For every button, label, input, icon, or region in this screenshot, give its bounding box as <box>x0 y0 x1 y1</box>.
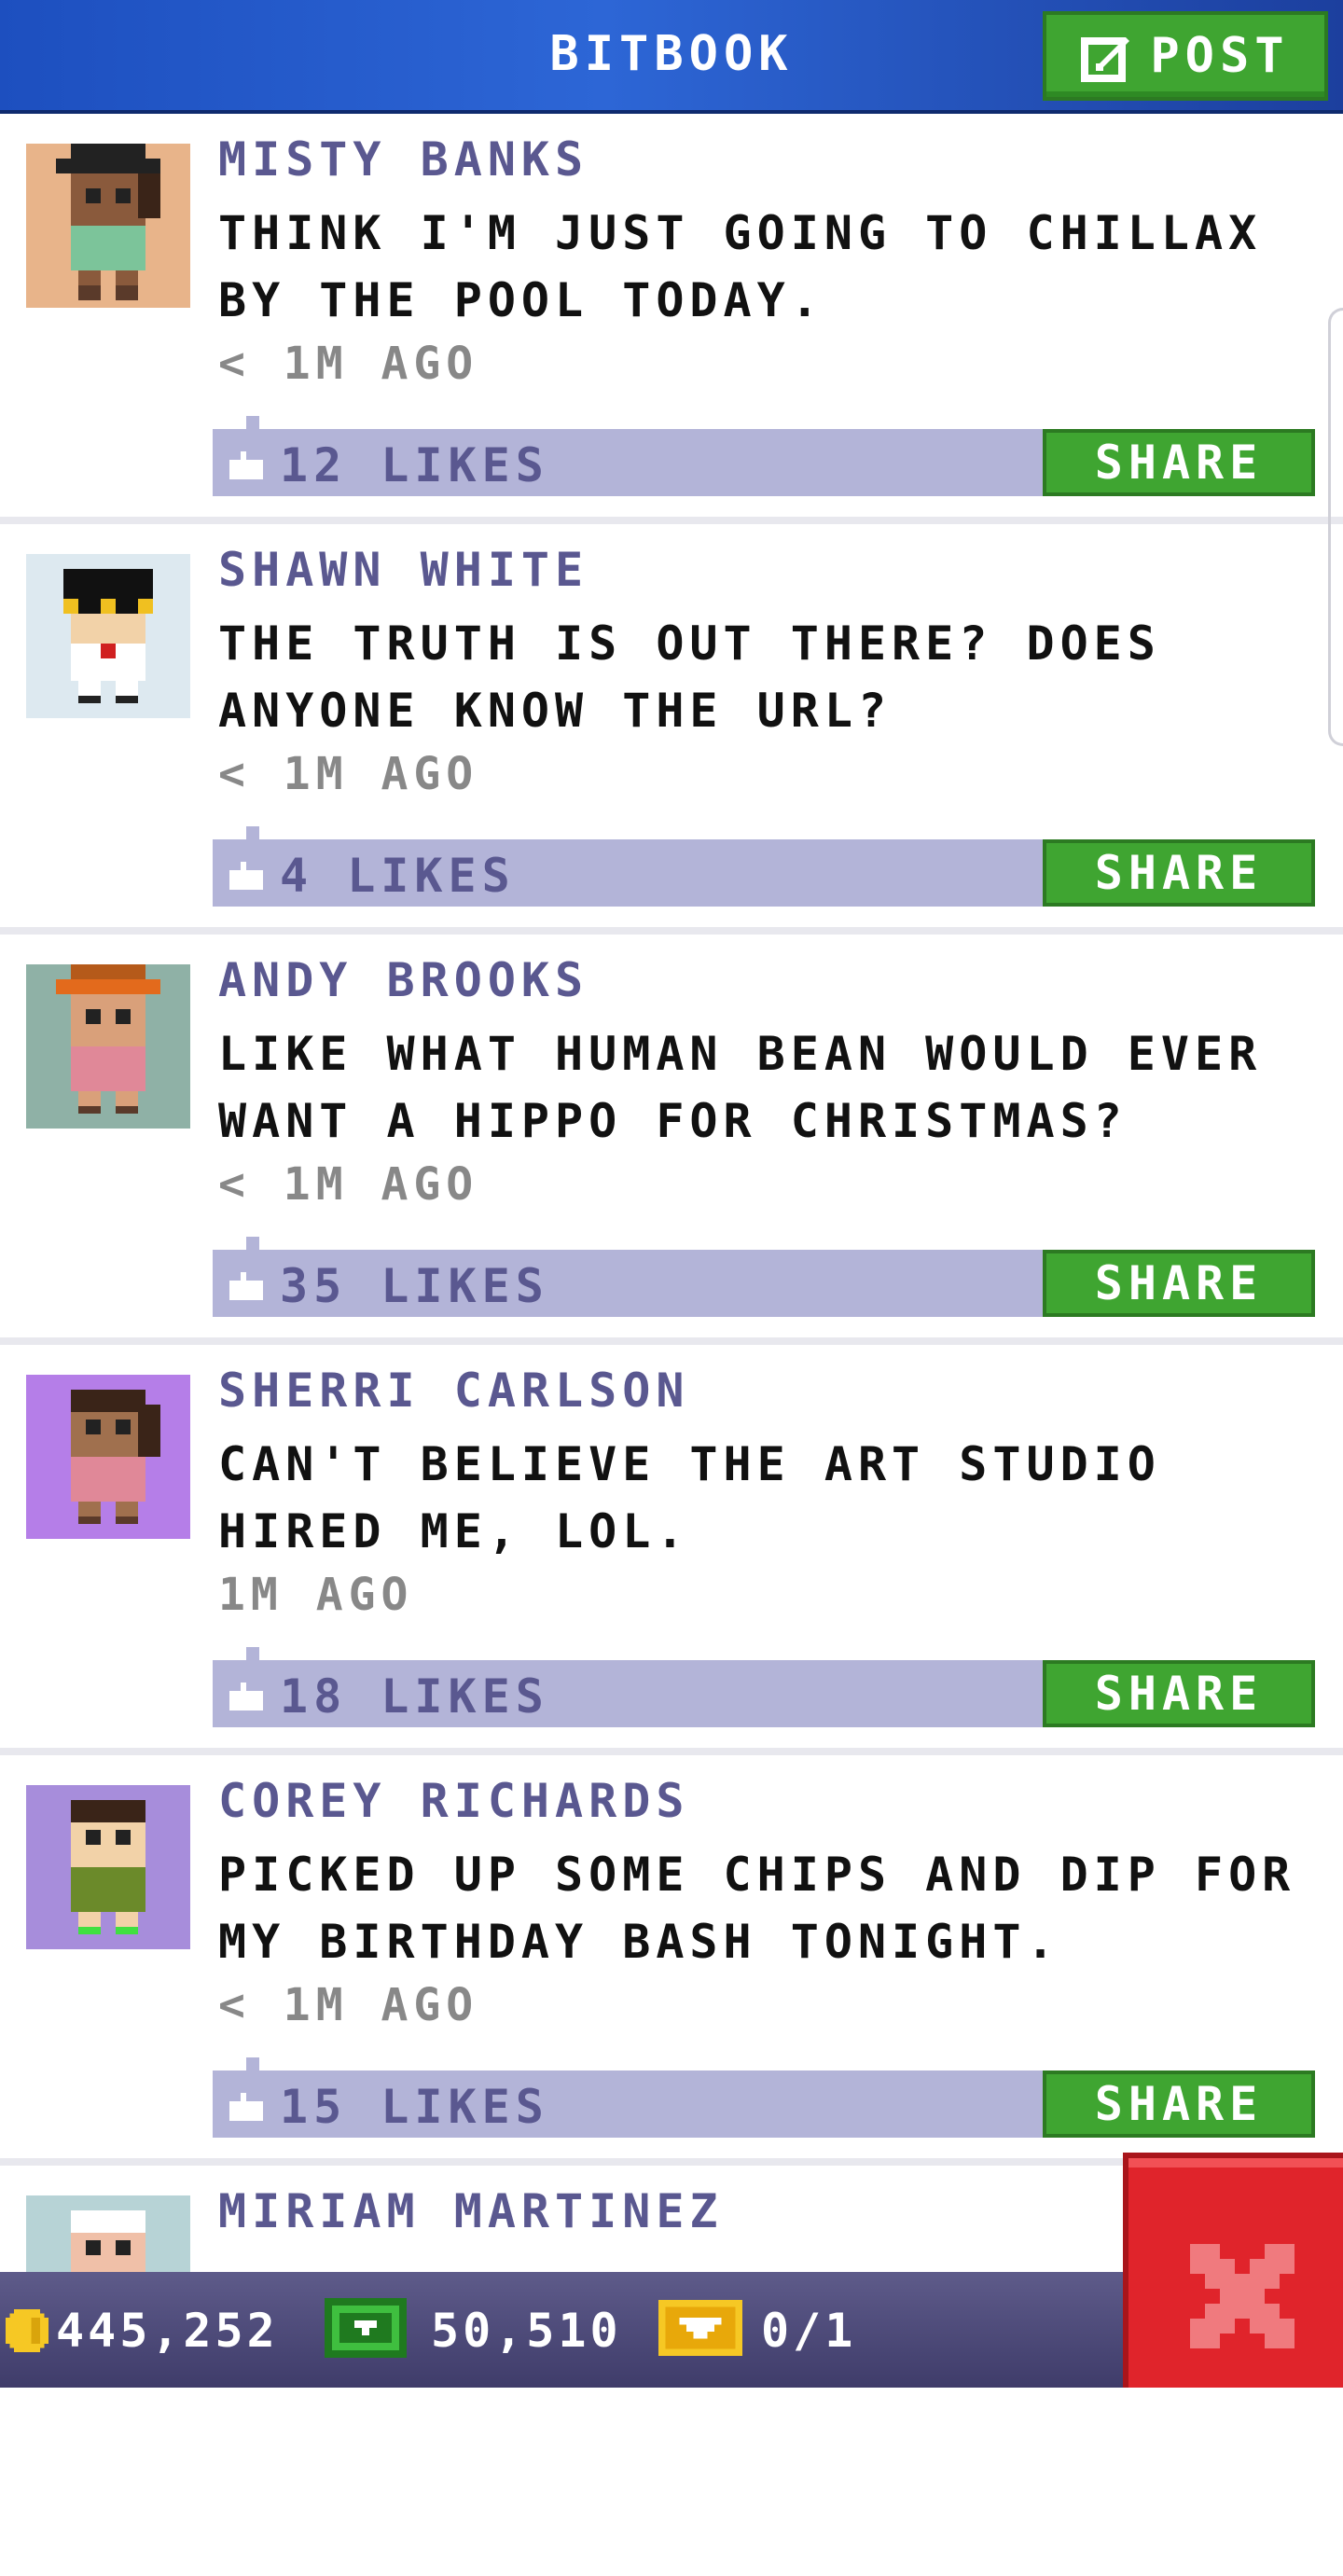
post-time: < 1M AGO <box>218 1979 479 2031</box>
feed-post: SHERRI CARLSON CAN'T BELIEVE THE ART STU… <box>0 1345 1343 1755</box>
avatar-shawn-white-icon <box>26 554 190 718</box>
feed-post: COREY RICHARDS PICKED UP SOME CHIPS AND … <box>0 1755 1343 2166</box>
like-bar-nub <box>246 416 259 429</box>
coins-value: 445,252 <box>56 2304 279 2358</box>
post-author[interactable]: ANDY BROOKS <box>218 953 588 1007</box>
bux-value: 50,510 <box>431 2304 622 2358</box>
cash-icon <box>325 2298 407 2358</box>
post-text: CAN'T BELIEVE THE ART STUDIO HIRED ME, L… <box>218 1437 1161 1558</box>
like-count: 12 LIKES <box>280 438 549 492</box>
post-time: 1M AGO <box>218 1569 414 1621</box>
coin-icon <box>6 2309 48 2352</box>
like-bar: 4 LIKES SHARE <box>213 826 1315 907</box>
post-button[interactable]: POST <box>1043 11 1328 101</box>
avatar[interactable] <box>26 1375 190 1539</box>
ticket-icon <box>658 2300 742 2356</box>
like-bar: 15 LIKES SHARE <box>213 2057 1315 2138</box>
like-hand-icon[interactable] <box>229 1683 263 1710</box>
close-icon <box>1190 2244 1295 2348</box>
like-bar-nub <box>246 826 259 839</box>
app-header: BITBOOK POST <box>0 0 1343 114</box>
avatar[interactable] <box>26 144 190 308</box>
feed-post: SHAWN WHITE THE TRUTH IS OUT THERE? DOES… <box>0 524 1343 935</box>
post-text: PICKED UP SOME CHIPS AND DIP FOR MY BIRT… <box>218 1848 1296 1969</box>
share-button[interactable]: SHARE <box>1043 429 1315 496</box>
post-time: < 1M AGO <box>218 748 479 800</box>
like-hand-icon[interactable] <box>229 2093 263 2121</box>
avatar-corey-richards-icon <box>26 1785 190 1949</box>
avatar[interactable] <box>26 1785 190 1949</box>
post-text: THINK I'M JUST GOING TO CHILLAX BY THE P… <box>218 206 1263 327</box>
avatar-misty-banks-icon <box>26 144 190 308</box>
close-button[interactable] <box>1123 2153 1343 2388</box>
feed-post: MISTY BANKS THINK I'M JUST GOING TO CHIL… <box>0 114 1343 524</box>
avatar[interactable] <box>26 554 190 718</box>
post-author[interactable]: MISTY BANKS <box>218 132 588 187</box>
avatar-andy-brooks-icon <box>26 964 190 1129</box>
share-button[interactable]: SHARE <box>1043 2070 1315 2138</box>
post-text: LIKE WHAT HUMAN BEAN WOULD EVER WANT A H… <box>218 1027 1263 1148</box>
like-hand-icon[interactable] <box>229 451 263 479</box>
like-bar: 12 LIKES SHARE <box>213 416 1315 496</box>
post-time: < 1M AGO <box>218 338 479 390</box>
post-button-label: POST <box>1150 28 1290 84</box>
like-bar-nub <box>246 1237 259 1250</box>
share-button[interactable]: SHARE <box>1043 1250 1315 1317</box>
share-button[interactable]: SHARE <box>1043 1660 1315 1727</box>
scrollbar[interactable] <box>1328 308 1343 746</box>
like-count: 35 LIKES <box>280 1259 549 1313</box>
post-author[interactable]: COREY RICHARDS <box>218 1774 689 1828</box>
post-author[interactable]: SHAWN WHITE <box>218 543 588 597</box>
like-count: 18 LIKES <box>280 1669 549 1724</box>
like-count: 4 LIKES <box>280 849 516 903</box>
like-hand-icon[interactable] <box>229 1272 263 1300</box>
like-bar-nub <box>246 2057 259 2070</box>
post-author[interactable]: MIRIAM MARTINEZ <box>218 2184 724 2238</box>
post-edit-icon <box>1081 37 1130 82</box>
feed-post: ANDY BROOKS LIKE WHAT HUMAN BEAN WOULD E… <box>0 935 1343 1345</box>
tickets-value: 0/1 <box>761 2304 857 2358</box>
post-time: < 1M AGO <box>218 1158 479 1211</box>
avatar[interactable] <box>26 964 190 1129</box>
like-bar: 35 LIKES SHARE <box>213 1237 1315 1317</box>
post-author[interactable]: SHERRI CARLSON <box>218 1364 689 1418</box>
share-button[interactable]: SHARE <box>1043 839 1315 907</box>
avatar-sherri-carlson-icon <box>26 1375 190 1539</box>
like-hand-icon[interactable] <box>229 862 263 890</box>
like-bar-nub <box>246 1647 259 1660</box>
like-count: 15 LIKES <box>280 2080 549 2134</box>
post-text: THE TRUTH IS OUT THERE? DOES ANYONE KNOW… <box>218 616 1161 738</box>
like-bar: 18 LIKES SHARE <box>213 1647 1315 1727</box>
